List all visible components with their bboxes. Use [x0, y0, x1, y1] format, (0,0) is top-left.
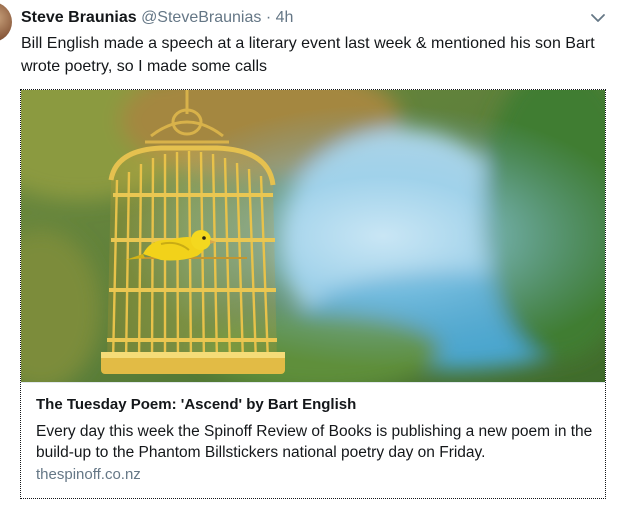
card-title[interactable]: The Tuesday Poem: 'Ascend' by Bart Engli…	[36, 395, 356, 415]
tweet[interactable]: Steve Braunias @SteveBraunias · 4h Bill …	[0, 0, 625, 513]
tweet-header: Steve Braunias @SteveBraunias · 4h	[21, 7, 293, 29]
tweet-timestamp[interactable]: 4h	[276, 9, 294, 26]
author-name[interactable]: Steve Braunias	[21, 9, 137, 26]
tweet-text: Bill English made a speech at a literary…	[21, 35, 595, 75]
chevron-down-icon[interactable]	[588, 8, 608, 28]
author-handle[interactable]: @SteveBraunias	[141, 9, 261, 26]
card-body[interactable]: The Tuesday Poem: 'Ascend' by Bart Engli…	[21, 382, 605, 498]
avatar[interactable]	[0, 2, 12, 42]
link-card[interactable]: The Tuesday Poem: 'Ascend' by Bart Engli…	[20, 89, 606, 499]
header-separator: ·	[265, 9, 272, 26]
card-image[interactable]	[21, 90, 605, 382]
card-description: Every day this week the Spinoff Review o…	[36, 423, 593, 461]
card-domain[interactable]: thespinoff.co.nz	[36, 465, 141, 485]
